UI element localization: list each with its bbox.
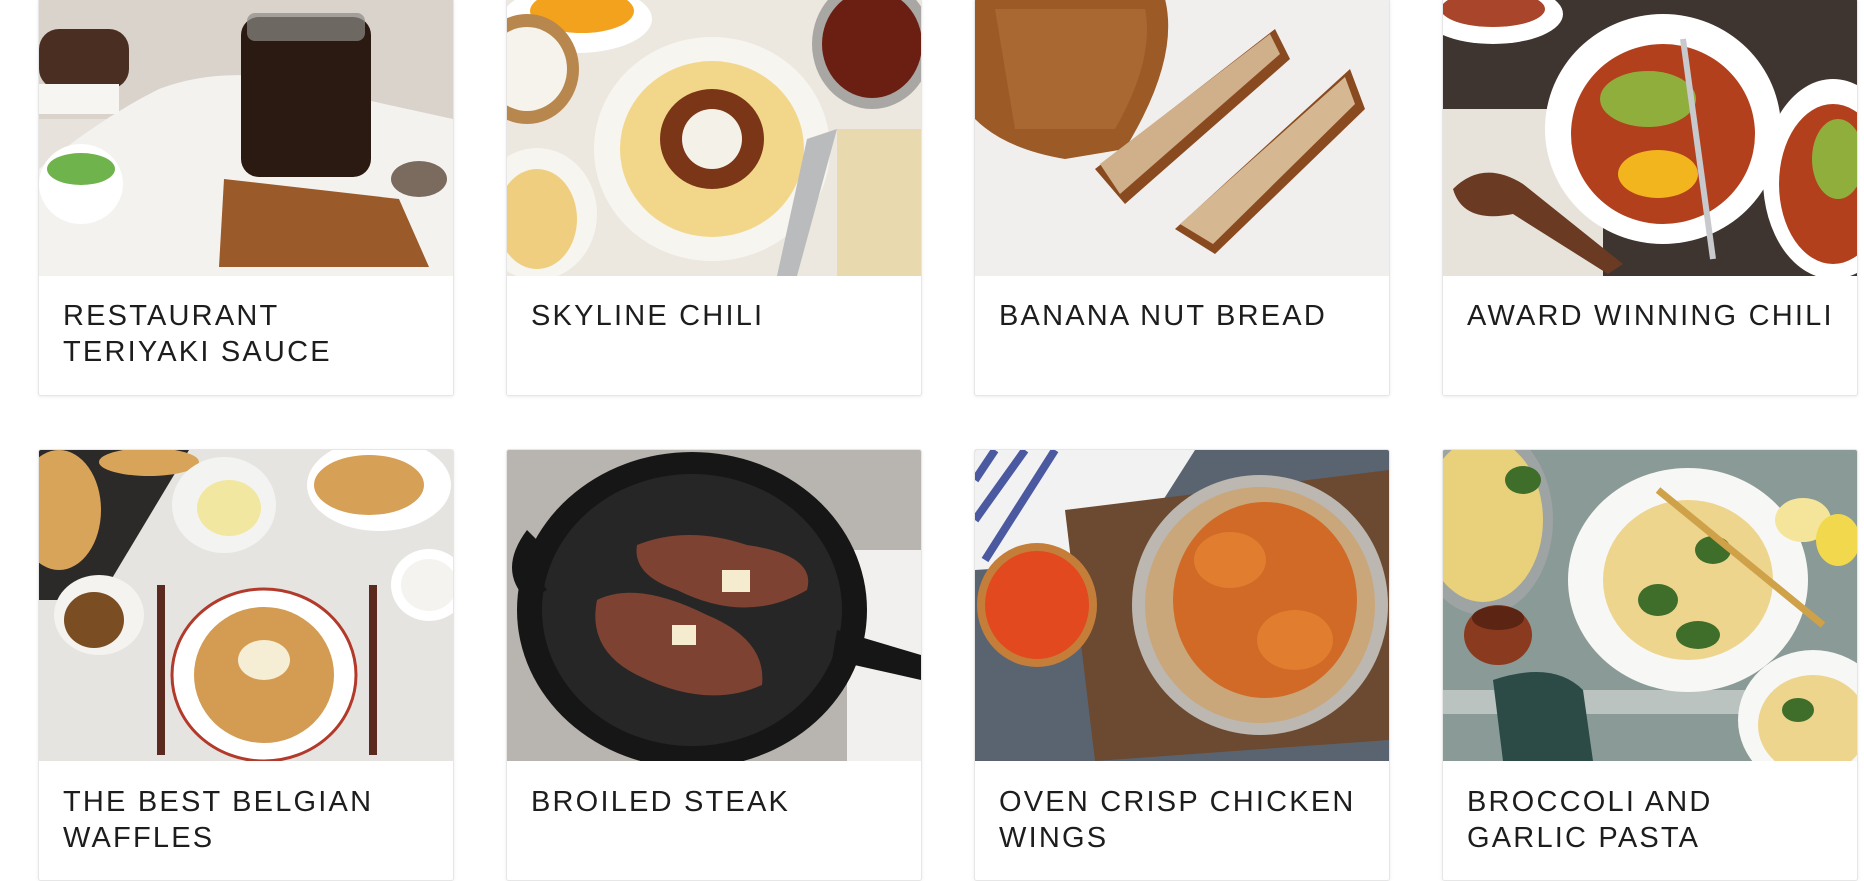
recipe-title-skyline-chili[interactable]: SKYLINE CHILI xyxy=(531,298,901,334)
recipe-title-belgian-waffles[interactable]: THE BEST BELGIAN WAFFLES xyxy=(63,784,433,856)
recipe-image-broccoli-garlic-pasta[interactable] xyxy=(1443,450,1857,761)
recipe-title-banana-nut-bread[interactable]: BANANA NUT BREAD xyxy=(999,298,1369,334)
recipe-card-skyline-chili[interactable]: SKYLINE CHILI xyxy=(506,0,922,396)
recipe-title-teriyaki-sauce[interactable]: RESTAURANT TERIYAKI SAUCE xyxy=(63,298,433,370)
recipe-image-skyline-chili[interactable] xyxy=(507,0,921,276)
recipe-image-award-winning-chili[interactable] xyxy=(1443,0,1857,276)
recipe-card-broccoli-garlic-pasta[interactable]: BROCCOLI AND GARLIC PASTA xyxy=(1442,449,1858,881)
recipe-card-chicken-wings[interactable]: OVEN CRISP CHICKEN WINGS xyxy=(974,449,1390,881)
recipe-card-banana-nut-bread[interactable]: BANANA NUT BREAD xyxy=(974,0,1390,396)
recipe-card-broiled-steak[interactable]: BROILED STEAK xyxy=(506,449,922,881)
recipe-image-broiled-steak[interactable] xyxy=(507,450,921,761)
recipe-title-chicken-wings[interactable]: OVEN CRISP CHICKEN WINGS xyxy=(999,784,1369,856)
recipe-grid: RESTAURANT TERIYAKI SAUCE SKYLINE CHILI … xyxy=(0,0,1864,881)
recipe-image-teriyaki-sauce[interactable] xyxy=(39,0,453,276)
recipe-card-belgian-waffles[interactable]: THE BEST BELGIAN WAFFLES xyxy=(38,449,454,881)
recipe-title-award-winning-chili[interactable]: AWARD WINNING CHILI xyxy=(1467,298,1837,334)
recipe-card-award-winning-chili[interactable]: AWARD WINNING CHILI xyxy=(1442,0,1858,396)
recipe-image-chicken-wings[interactable] xyxy=(975,450,1389,761)
recipe-image-banana-nut-bread[interactable] xyxy=(975,0,1389,276)
recipe-title-broiled-steak[interactable]: BROILED STEAK xyxy=(531,784,901,820)
recipe-title-broccoli-garlic-pasta[interactable]: BROCCOLI AND GARLIC PASTA xyxy=(1467,784,1837,856)
recipe-image-belgian-waffles[interactable] xyxy=(39,450,453,761)
recipe-card-teriyaki-sauce[interactable]: RESTAURANT TERIYAKI SAUCE xyxy=(38,0,454,396)
